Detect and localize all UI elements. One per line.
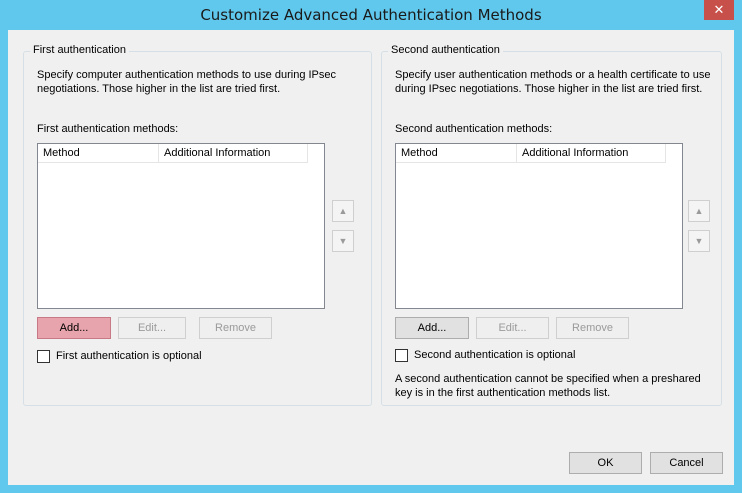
ok-button[interactable]: OK: [569, 452, 642, 474]
second-column-additional-information[interactable]: Additional Information: [517, 144, 666, 162]
arrow-up-icon: ▲: [338, 206, 348, 216]
cancel-button[interactable]: Cancel: [650, 452, 723, 474]
second-authentication-legend: Second authentication: [388, 44, 503, 56]
second-methods-list-header: Method Additional Information: [396, 144, 666, 163]
first-remove-button[interactable]: Remove: [199, 317, 272, 339]
first-edit-button[interactable]: Edit...: [118, 317, 186, 339]
second-edit-button[interactable]: Edit...: [476, 317, 549, 339]
second-move-down-button[interactable]: ▼: [688, 230, 710, 252]
first-authentication-description: Specify computer authentication methods …: [37, 68, 336, 96]
title-bar[interactable]: Customize Advanced Authentication Method…: [0, 0, 742, 30]
first-methods-list[interactable]: Method Additional Information: [37, 143, 325, 309]
arrow-down-icon: ▼: [694, 236, 704, 246]
arrow-up-icon: ▲: [694, 206, 704, 216]
second-authentication-note: A second authentication cannot be specif…: [395, 372, 701, 400]
first-add-button[interactable]: Add...: [37, 317, 111, 339]
close-button[interactable]: ✕: [704, 0, 734, 20]
second-add-button[interactable]: Add...: [395, 317, 469, 339]
second-desc-line-1: Specify user authentication methods or a…: [395, 69, 711, 81]
first-methods-list-header: Method Additional Information: [38, 144, 308, 163]
second-authentication-description: Specify user authentication methods or a…: [395, 68, 711, 96]
second-remove-button[interactable]: Remove: [556, 317, 629, 339]
first-optional-label[interactable]: First authentication is optional: [56, 350, 202, 362]
first-authentication-legend: First authentication: [30, 44, 129, 56]
first-move-down-button[interactable]: ▼: [332, 230, 354, 252]
dialog-window: Customize Advanced Authentication Method…: [0, 0, 742, 493]
second-optional-checkbox[interactable]: [395, 349, 408, 362]
second-optional-label[interactable]: Second authentication is optional: [414, 349, 575, 361]
first-optional-checkbox[interactable]: [37, 350, 50, 363]
first-column-additional-information[interactable]: Additional Information: [159, 144, 308, 162]
second-column-method[interactable]: Method: [396, 144, 517, 162]
arrow-down-icon: ▼: [338, 236, 348, 246]
first-methods-label: First authentication methods:: [37, 123, 179, 135]
second-note-line-1: A second authentication cannot be specif…: [395, 373, 701, 385]
second-move-up-button[interactable]: ▲: [688, 200, 710, 222]
first-column-method[interactable]: Method: [38, 144, 159, 162]
second-methods-label: Second authentication methods:: [395, 123, 553, 135]
close-icon: ✕: [713, 2, 725, 17]
first-desc-line-2: negotiations. Those higher in the list a…: [37, 83, 281, 95]
window-title: Customize Advanced Authentication Method…: [200, 6, 542, 24]
second-note-line-2: key is in the first authentication metho…: [395, 387, 611, 399]
dialog-client-area: First authentication Specify computer au…: [8, 30, 734, 485]
first-move-up-button[interactable]: ▲: [332, 200, 354, 222]
second-desc-line-2: during IPsec negotiations. Those higher …: [395, 83, 703, 95]
first-desc-line-1: Specify computer authentication methods …: [37, 69, 337, 81]
second-methods-list[interactable]: Method Additional Information: [395, 143, 683, 309]
